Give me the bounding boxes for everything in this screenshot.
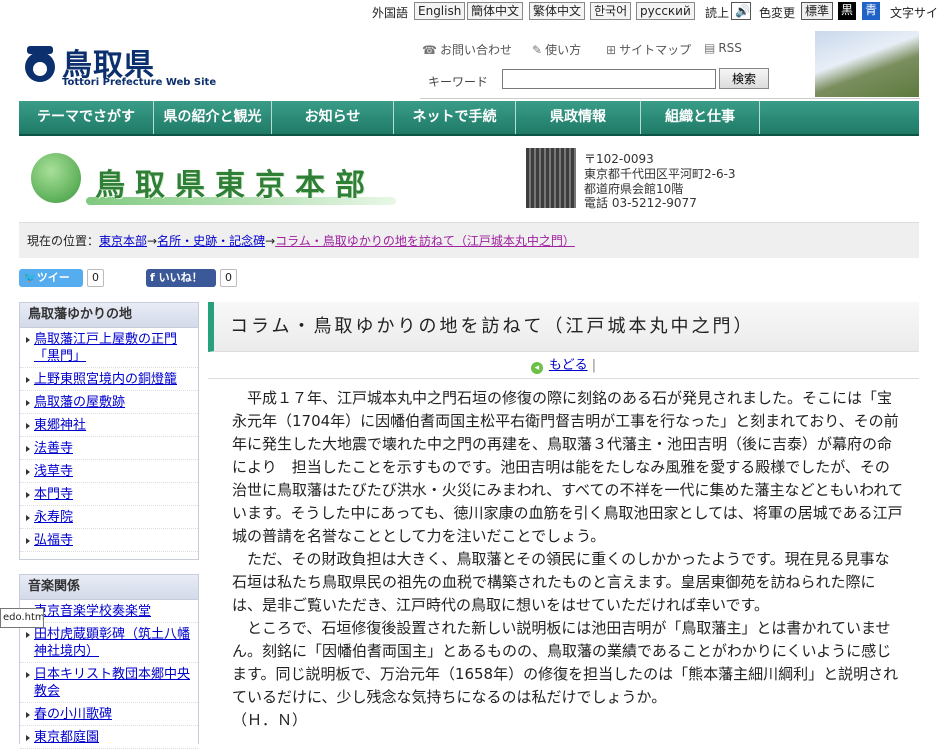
sidebar-item[interactable]: 鳥取藩の屋敷跡 [20,391,198,414]
nav-news[interactable]: お知らせ [272,101,394,134]
nav-intro-tourism[interactable]: 県の紹介と観光 [154,101,272,134]
sidebar-item[interactable]: 東京音楽学校奏楽堂 [20,600,198,623]
office-title: 鳥取県東京本部 [95,168,375,203]
howto-link[interactable]: ✎ 使い方 [532,41,581,58]
phone-icon: ☎ [422,43,437,57]
nav-prefectural-info[interactable]: 県政情報 [516,101,641,134]
breadcrumb-sights[interactable]: 名所・史跡・記念碑 [157,234,265,248]
lang-english-button[interactable]: English [414,2,466,20]
read-aloud-label: 読上 [705,6,730,20]
sidebar-item[interactable]: 上野東照宮境内の銅燈籠 [20,368,198,391]
page-title: コラム・鳥取ゆかりの地を訪ねて（江戸城本丸中之門） [208,302,919,352]
sidebar-item[interactable]: 東京都庭園 [20,726,198,749]
nav-organization[interactable]: 組織と仕事 [641,101,760,134]
tweet-count: 0 [87,269,104,287]
like-button[interactable]: f いいね！ [146,269,216,287]
breadcrumb: 現在の位置：東京本部→名所・史跡・記念碑→コラム・鳥取ゆかりの地を訪ねて（江戸城… [19,222,919,258]
header-photo [815,31,919,97]
lang-korean-button[interactable]: 한국어 [590,2,632,20]
breadcrumb-current[interactable]: コラム・鳥取ゆかりの地を訪ねて（江戸城本丸中之門） [275,234,575,248]
tweet-button[interactable]: 🐦ツイート [19,269,83,302]
back-bar: ◂ もどる | [208,354,919,379]
nav-online-procedures[interactable]: ネットで手続 [394,101,516,134]
sidebar-heading: 音楽関係 [20,575,198,600]
lang-simplified-chinese-button[interactable]: 簡体中文 [467,2,524,20]
sidebar-item[interactable]: 本門寺 [20,483,198,506]
article-body: 平成１７年、江戸城本丸中之門石垣の修復の際に刻銘のある石が発見されました。そこに… [232,387,904,732]
sidebar-item[interactable]: 鳥取藩江戸上屋敷の正門「黒門」 [20,328,198,368]
tottori-logo-icon[interactable] [20,44,60,84]
color-standard-button[interactable]: 標準 [801,2,834,20]
rss-link[interactable]: ▤ RSS [704,41,742,55]
sitemap-link[interactable]: ⊞ サイトマップ [606,41,691,58]
language-label: 外国語 [372,6,409,20]
rss-icon: ▤ [704,41,716,55]
like-count: 0 [220,269,237,287]
pencil-icon: ✎ [532,43,543,57]
building-photo [526,148,576,208]
article-signature: （Ｈ．Ｎ） [232,711,308,729]
sitemap-icon: ⊞ [606,43,617,57]
article-paragraph: ただ、その財政負担は大きく、鳥取藩とその領民に重くのしかかったようです。現在見る… [232,550,890,614]
global-nav: テーマでさがす 県の紹介と観光 お知らせ ネットで手続 県政情報 組織と仕事 [19,101,919,136]
article-paragraph: 平成１７年、江戸城本丸中之門石垣の修復の際に刻銘のある石が発見されました。そこに… [232,389,903,545]
breadcrumb-tokyo-office[interactable]: 東京本部 [99,234,147,248]
top-bar: 外国語 English 簡体中文 繁体中文 한국어 русский 読上 🔊 色… [0,0,941,24]
site-subtitle: Tottori Prefecture Web Site [62,77,217,88]
building-logo-icon [31,153,81,203]
sidebar-item[interactable]: 春の小川歌碑 [20,703,198,726]
sidebar-tottori-sites: 鳥取藩ゆかりの地 鳥取藩江戸上屋敷の正門「黒門」 上野東照宮境内の銅燈籠 鳥取藩… [19,302,199,560]
address-phone: 電話 03-5212-9077 [584,196,697,210]
color-black-button[interactable]: 黒 [838,2,857,20]
color-blue-button[interactable]: 青 [862,2,881,20]
link-tooltip: edo.html [0,608,44,628]
search-input[interactable] [502,69,716,89]
sidebar-item[interactable]: 法善寺 [20,437,198,460]
contact-link[interactable]: ☎ お問い合わせ [422,41,512,58]
sidebar-item[interactable]: 浅草寺 [20,460,198,483]
keyword-label: キーワード [428,75,489,89]
nav-theme[interactable]: テーマでさがす [19,101,154,134]
facebook-icon: f [150,271,159,284]
lang-russian-button[interactable]: русский [636,2,695,20]
sidebar-item[interactable]: 永寿院 [20,506,198,529]
speaker-icon[interactable]: 🔊 [731,2,751,20]
back-arrow-icon: ◂ [530,362,543,374]
lang-traditional-chinese-button[interactable]: 繁体中文 [529,2,586,20]
sidebar-item[interactable]: 弘福寺 [20,529,198,552]
sidebar-item[interactable]: 田村虎蔵顕彰碑（筑土八幡神社境内） [20,623,198,663]
color-change-label: 色変更 [759,6,796,20]
font-size-label: 文字サイ [890,6,939,20]
article-paragraph: ところで、石垣修復後設置された新しい説明板には池田吉明が「鳥取藩主」とは書かれて… [232,619,899,706]
sidebar-music: 音楽関係 東京音楽学校奏楽堂 田村虎蔵顕彰碑（筑土八幡神社境内） 日本キリスト教… [19,574,199,749]
sidebar-heading: 鳥取藩ゆかりの地 [20,303,198,328]
back-link[interactable]: もどる [549,358,588,373]
sidebar-item[interactable]: 東郷神社 [20,414,198,437]
header-divider [420,98,920,99]
search-button[interactable]: 検索 [719,68,769,89]
sidebar-item[interactable]: 日本キリスト教団本郷中央教会 [20,663,198,703]
twitter-icon: 🐦 [23,271,37,284]
breadcrumb-label: 現在の位置： [27,234,100,248]
